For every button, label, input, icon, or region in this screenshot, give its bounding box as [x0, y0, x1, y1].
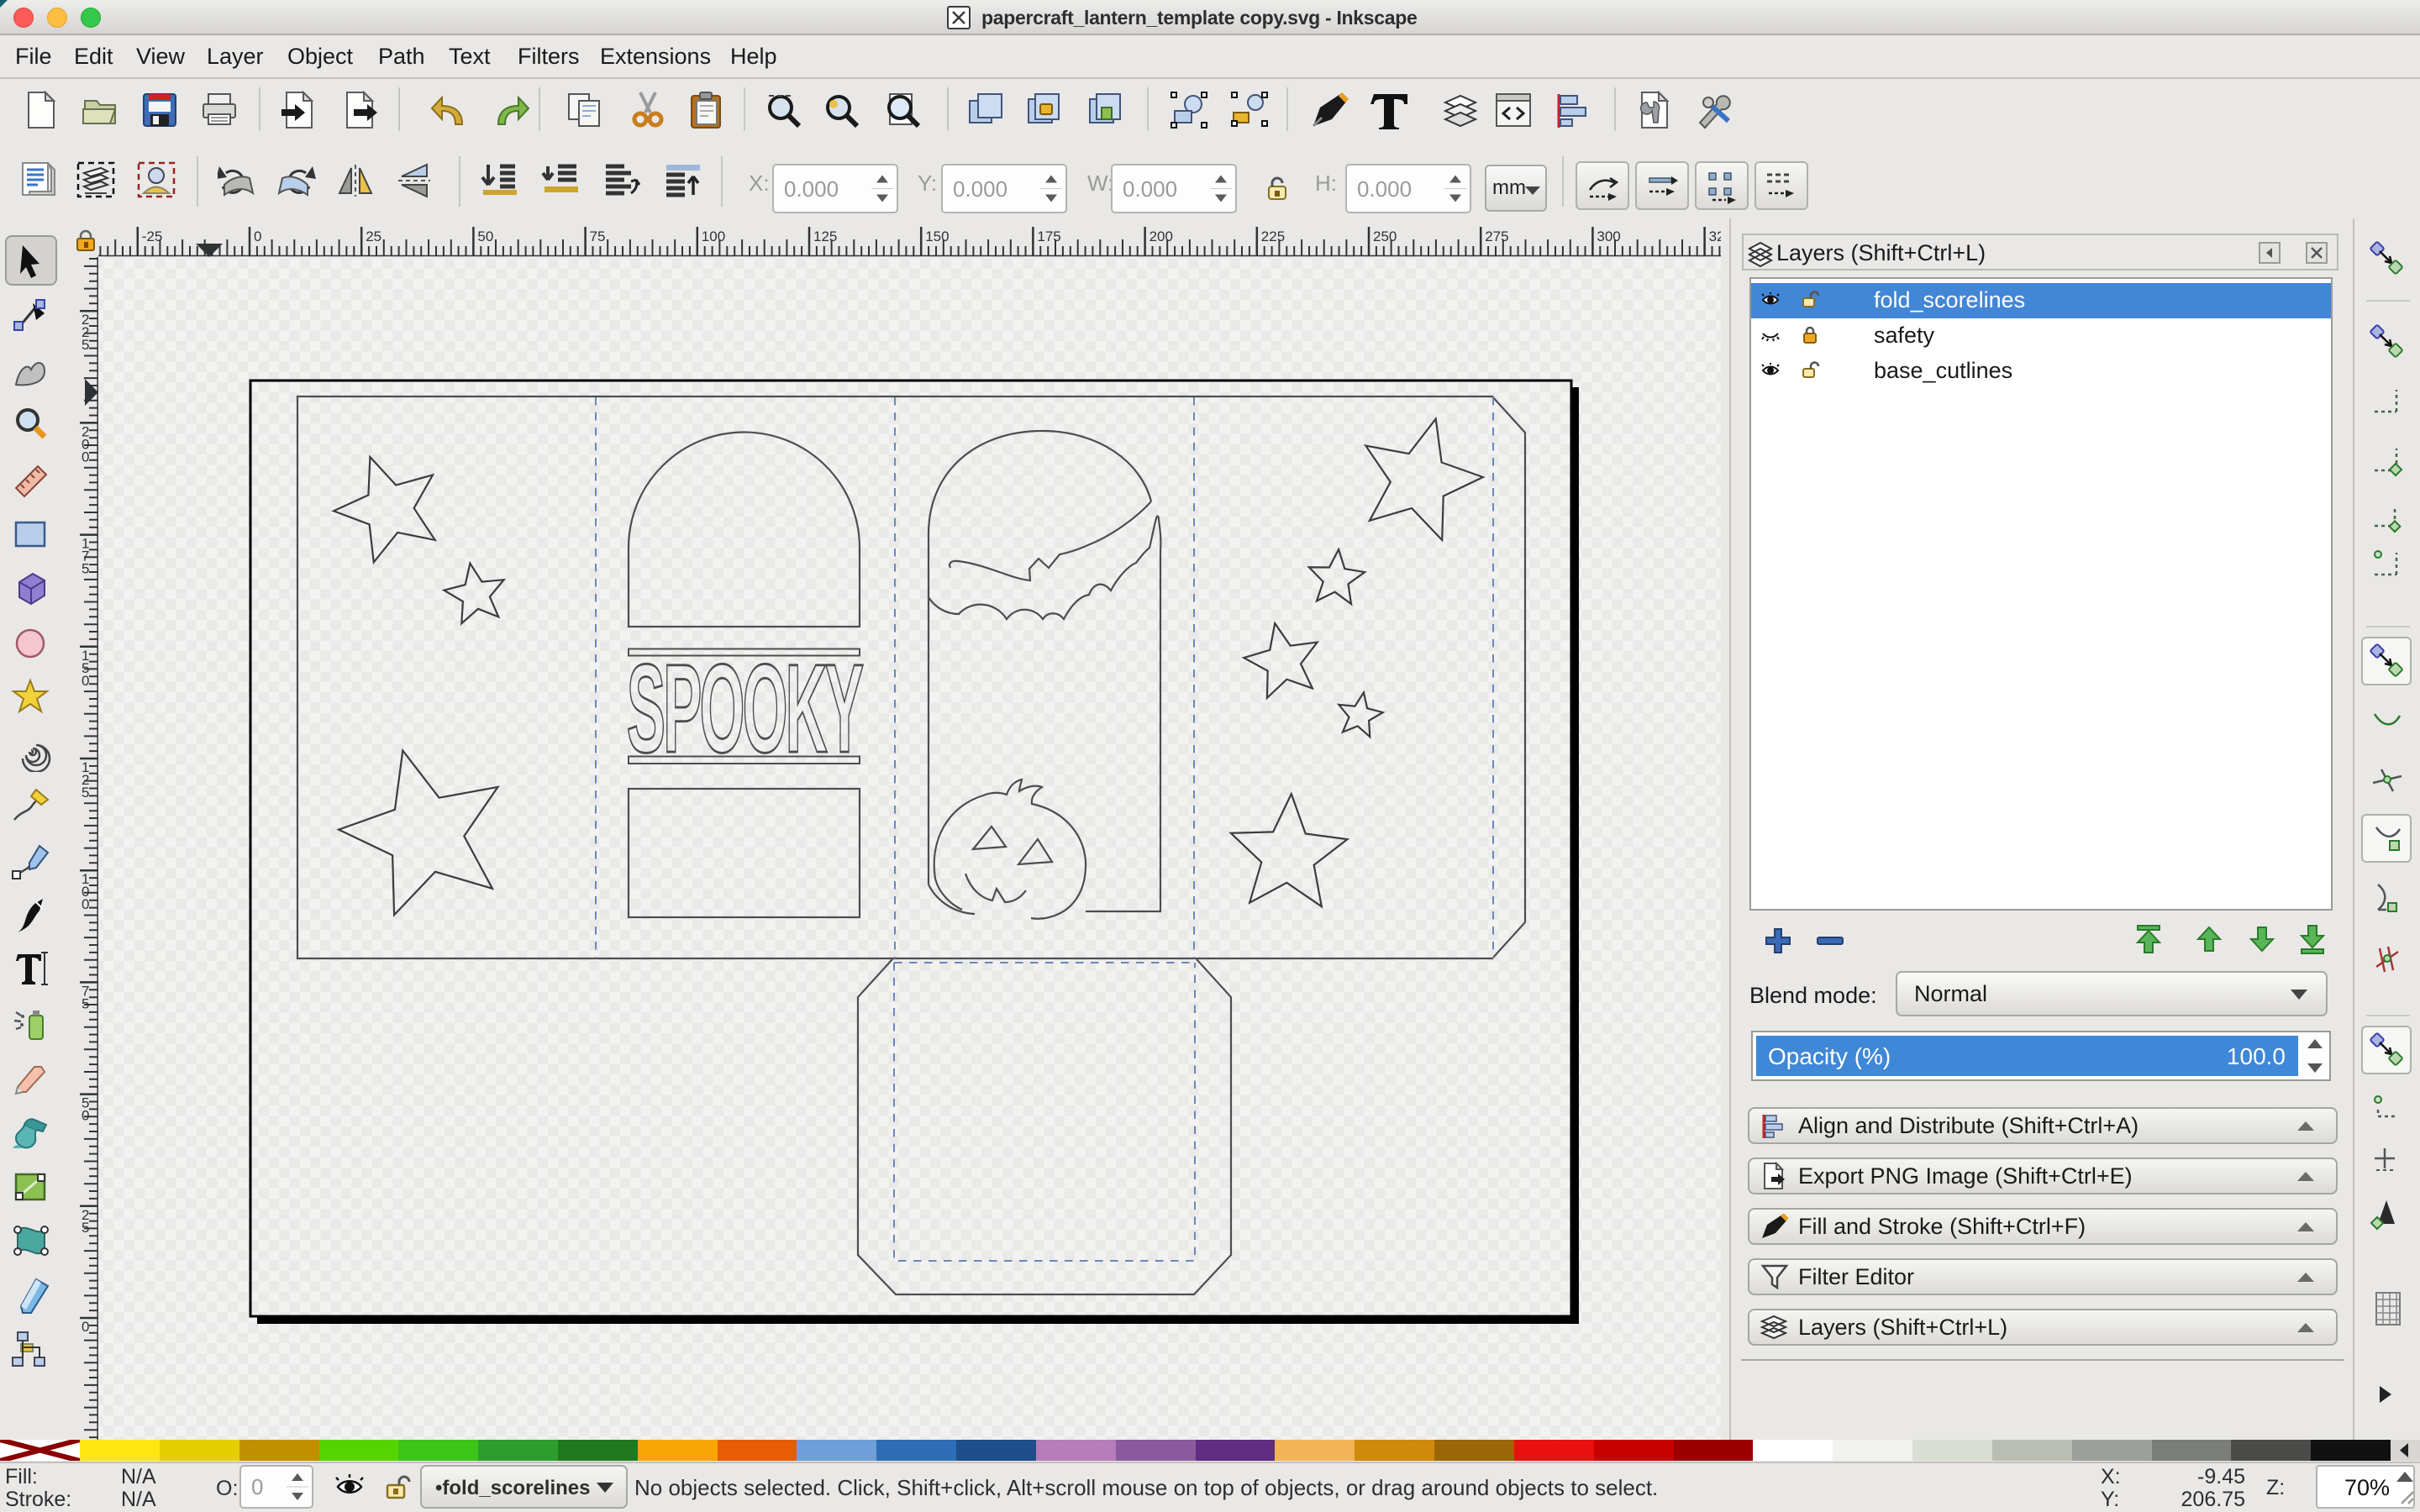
- svg-text:5: 5: [82, 995, 89, 1011]
- svg-text:225: 225: [1261, 228, 1285, 244]
- svg-text:0: 0: [82, 1319, 89, 1335]
- svg-text:0: 0: [82, 673, 89, 689]
- svg-text:275: 275: [1485, 228, 1508, 244]
- svg-text:0: 0: [82, 449, 89, 465]
- svg-text:250: 250: [1373, 228, 1397, 244]
- svg-text:200: 200: [1150, 228, 1173, 244]
- svg-text:150: 150: [925, 228, 949, 244]
- svg-text:325: 325: [1709, 228, 1721, 244]
- svg-text:175: 175: [1037, 228, 1060, 244]
- svg-text:0: 0: [82, 896, 89, 912]
- svg-text:300: 300: [1597, 228, 1620, 244]
- svg-text:0: 0: [254, 228, 261, 244]
- svg-text:75: 75: [590, 228, 606, 244]
- svg-text:-25: -25: [142, 228, 163, 244]
- svg-text:5: 5: [82, 1220, 89, 1236]
- svg-text:50: 50: [477, 228, 493, 244]
- svg-text:0: 0: [82, 1108, 89, 1124]
- svg-text:100: 100: [702, 228, 725, 244]
- svg-text:125: 125: [813, 228, 837, 244]
- svg-text:25: 25: [366, 228, 381, 244]
- svg-text:SPOOKY: SPOOKY: [627, 638, 864, 779]
- svg-text:5: 5: [82, 337, 89, 353]
- svg-text:5: 5: [82, 561, 89, 577]
- svg-text:5: 5: [82, 785, 89, 801]
